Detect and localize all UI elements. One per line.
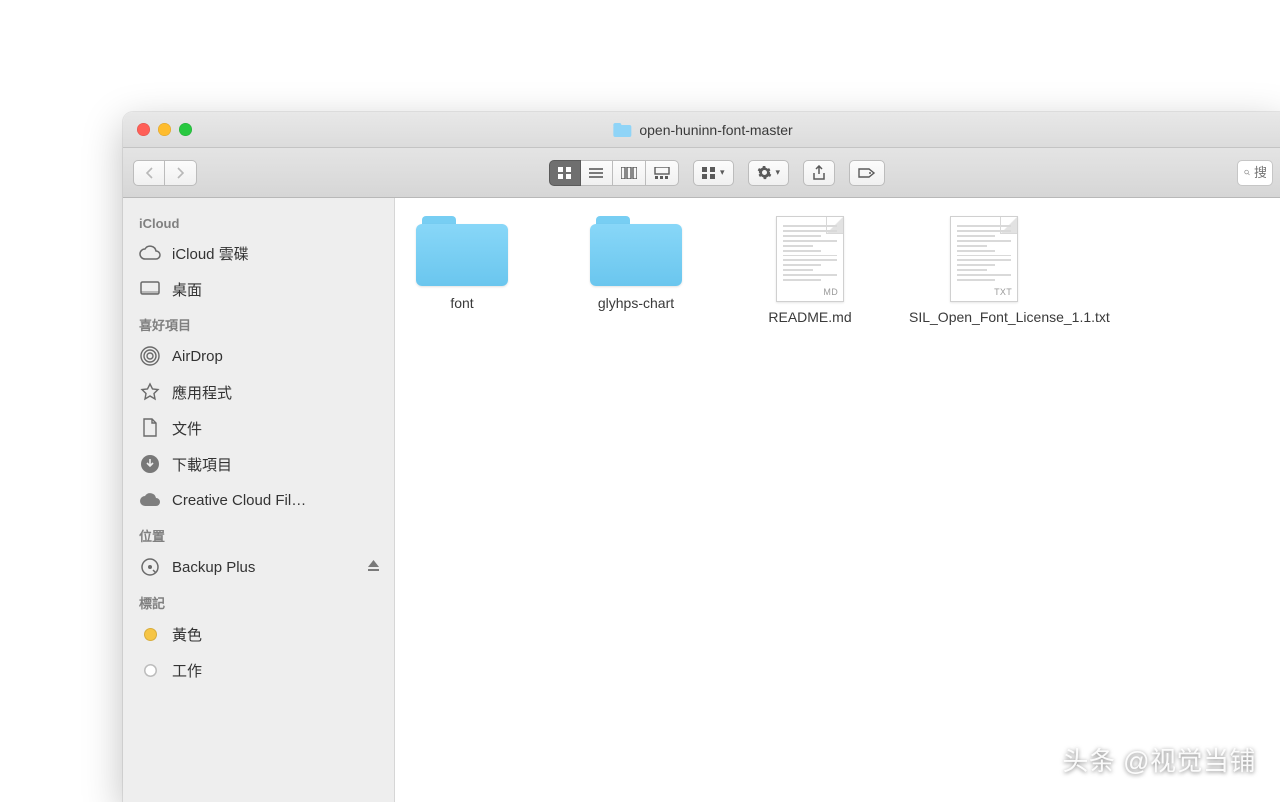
file-item-font[interactable]: font bbox=[409, 216, 515, 327]
icon-view-button[interactable] bbox=[549, 160, 581, 186]
file-item-readme[interactable]: MD README.md bbox=[757, 216, 863, 327]
folder-icon bbox=[416, 216, 508, 288]
sidebar-item-label: iCloud 雲碟 bbox=[172, 243, 249, 264]
toolbar: ▾ ▾ bbox=[123, 148, 1280, 198]
drive-icon bbox=[139, 556, 161, 578]
sidebar: iCloud iCloud 雲碟 桌面 喜好項目 AirDrop 應用程式 文件 bbox=[123, 198, 395, 802]
sidebar-item-downloads[interactable]: 下載項目 bbox=[123, 446, 394, 482]
sidebar-item-desktop[interactable]: 桌面 bbox=[123, 271, 394, 307]
documents-icon bbox=[139, 417, 161, 439]
sidebar-section-locations: 位置 bbox=[123, 518, 394, 549]
file-label: SIL_Open_Font_License_1.1.txt bbox=[909, 308, 1059, 327]
sidebar-tag-work[interactable]: 工作 bbox=[123, 652, 394, 688]
creative-cloud-icon bbox=[139, 489, 161, 511]
sidebar-section-favorites: 喜好項目 bbox=[123, 307, 394, 338]
document-icon: MD bbox=[776, 216, 844, 302]
file-label: README.md bbox=[768, 308, 851, 327]
share-button[interactable] bbox=[803, 160, 835, 186]
file-label: font bbox=[450, 294, 473, 313]
column-view-button[interactable] bbox=[613, 160, 646, 186]
close-button[interactable] bbox=[137, 123, 150, 136]
sidebar-item-applications[interactable]: 應用程式 bbox=[123, 374, 394, 410]
sidebar-item-backup-plus[interactable]: Backup Plus bbox=[123, 549, 394, 585]
tag-dot-icon bbox=[144, 628, 157, 641]
eject-icon[interactable] bbox=[367, 559, 380, 576]
title-text: open-huninn-font-master bbox=[639, 122, 792, 138]
zoom-button[interactable] bbox=[179, 123, 192, 136]
search-field[interactable] bbox=[1237, 160, 1273, 186]
watermark: 头条 @视觉当铺 bbox=[1062, 741, 1256, 778]
file-label: glyhps-chart bbox=[598, 294, 674, 313]
desktop-icon bbox=[139, 278, 161, 300]
sidebar-item-label: 工作 bbox=[172, 660, 202, 681]
sidebar-item-label: 下載項目 bbox=[172, 454, 232, 475]
sidebar-item-label: Creative Cloud Fil… bbox=[172, 492, 306, 509]
applications-icon bbox=[139, 381, 161, 403]
back-button[interactable] bbox=[133, 160, 165, 186]
forward-button[interactable] bbox=[165, 160, 197, 186]
sidebar-section-tags: 標記 bbox=[123, 585, 394, 616]
sidebar-section-icloud: iCloud bbox=[123, 208, 394, 235]
sidebar-item-icloud-drive[interactable]: iCloud 雲碟 bbox=[123, 235, 394, 271]
minimize-button[interactable] bbox=[158, 123, 171, 136]
search-icon bbox=[1244, 166, 1250, 179]
sidebar-tag-yellow[interactable]: 黃色 bbox=[123, 616, 394, 652]
sidebar-item-documents[interactable]: 文件 bbox=[123, 410, 394, 446]
group-button[interactable]: ▾ bbox=[693, 160, 734, 186]
sidebar-item-label: 桌面 bbox=[172, 279, 202, 300]
finder-window: open-huninn-font-master ▾ ▾ bbox=[123, 112, 1280, 802]
airdrop-icon bbox=[139, 345, 161, 367]
sidebar-item-creative-cloud[interactable]: Creative Cloud Fil… bbox=[123, 482, 394, 518]
tag-dot-icon bbox=[144, 664, 157, 677]
file-item-glyphs-chart[interactable]: glyhps-chart bbox=[583, 216, 689, 327]
nav-buttons bbox=[133, 160, 197, 186]
document-icon: TXT bbox=[950, 216, 1018, 302]
action-button[interactable]: ▾ bbox=[748, 160, 790, 186]
window-controls bbox=[137, 123, 192, 136]
cloud-icon bbox=[139, 242, 161, 264]
folder-icon bbox=[590, 216, 682, 288]
sidebar-item-airdrop[interactable]: AirDrop bbox=[123, 338, 394, 374]
file-item-license[interactable]: TXT SIL_Open_Font_License_1.1.txt bbox=[931, 216, 1037, 327]
gallery-view-button[interactable] bbox=[646, 160, 679, 186]
titlebar: open-huninn-font-master bbox=[123, 112, 1280, 148]
list-view-button[interactable] bbox=[581, 160, 613, 186]
sidebar-item-label: AirDrop bbox=[172, 348, 223, 365]
window-title: open-huninn-font-master bbox=[613, 122, 792, 138]
content-area[interactable]: font glyhps-chart MD README.md TXT SIL_O… bbox=[395, 198, 1280, 802]
downloads-icon bbox=[139, 453, 161, 475]
search-input[interactable] bbox=[1254, 165, 1266, 180]
sidebar-item-label: 文件 bbox=[172, 418, 202, 439]
view-buttons bbox=[549, 160, 679, 186]
sidebar-item-label: 應用程式 bbox=[172, 382, 232, 403]
tags-button[interactable] bbox=[849, 160, 885, 186]
sidebar-item-label: Backup Plus bbox=[172, 559, 255, 576]
sidebar-item-label: 黃色 bbox=[172, 624, 202, 645]
folder-icon bbox=[613, 123, 631, 137]
